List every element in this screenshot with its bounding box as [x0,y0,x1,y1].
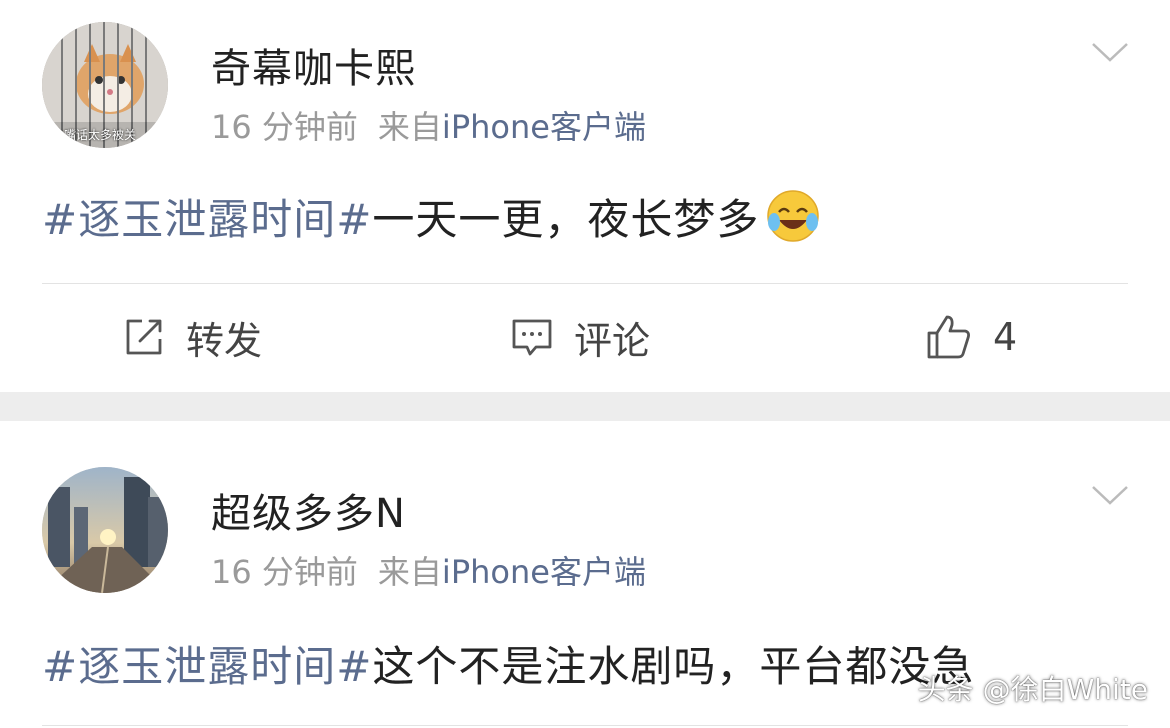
avatar[interactable] [42,467,168,593]
chevron-down-icon[interactable] [1090,483,1130,507]
post-separator [0,392,1170,421]
repost-button[interactable]: 转发 [122,310,262,364]
source-prefix: 来自 [377,553,442,591]
comment-button[interactable]: 评论 [510,310,650,364]
username[interactable]: 奇幕咖卡熙 [211,36,416,94]
post-content: #逐玉泄露时间#一天一更，夜长梦多 [42,186,821,247]
repost-icon [126,319,162,355]
username[interactable]: 超级多多N [211,481,406,539]
post-source[interactable]: iPhone客户端 [442,108,646,146]
comment-icon [512,319,552,356]
post-text: 一天一更，夜长梦多 [372,195,760,244]
chevron-down-icon[interactable] [1090,40,1130,64]
post-meta: 16 分钟前 来自iPhone客户端 [211,547,646,593]
post-content: #逐玉泄露时间#这个不是注水剧吗，平台都没急 [42,633,974,694]
weibo-post-1: 由嘴话太多被关 奇幕咖卡熙 16 分钟前 来自iPhone客户端 #逐玉泄露时间#… [0,0,1170,392]
post-meta: 16 分钟前 来自iPhone客户端 [211,102,646,148]
hashtag-link[interactable]: #逐玉泄露时间# [42,195,372,244]
post-source[interactable]: iPhone客户端 [442,553,646,591]
repost-label: 转发 [186,318,263,363]
post-text: 这个不是注水剧吗，平台都没急 [372,642,975,691]
post-time: 16 分钟前 [211,108,358,146]
source-prefix: 来自 [377,108,442,146]
like-count: 4 [993,315,1018,359]
comment-label: 评论 [574,318,651,363]
laughing-crying-emoji-icon [767,190,820,242]
avatar-caption: 由嘴话太多被关 [52,128,137,142]
divider [42,725,1128,726]
watermark: 头条 @徐白White [917,673,1148,706]
hashtag-link[interactable]: #逐玉泄露时间# [42,642,372,691]
like-button[interactable]: 4 [925,310,1017,364]
avatar[interactable]: 由嘴话太多被关 [42,22,168,148]
like-icon [927,315,970,359]
post-time: 16 分钟前 [211,553,358,591]
divider [42,283,1128,284]
